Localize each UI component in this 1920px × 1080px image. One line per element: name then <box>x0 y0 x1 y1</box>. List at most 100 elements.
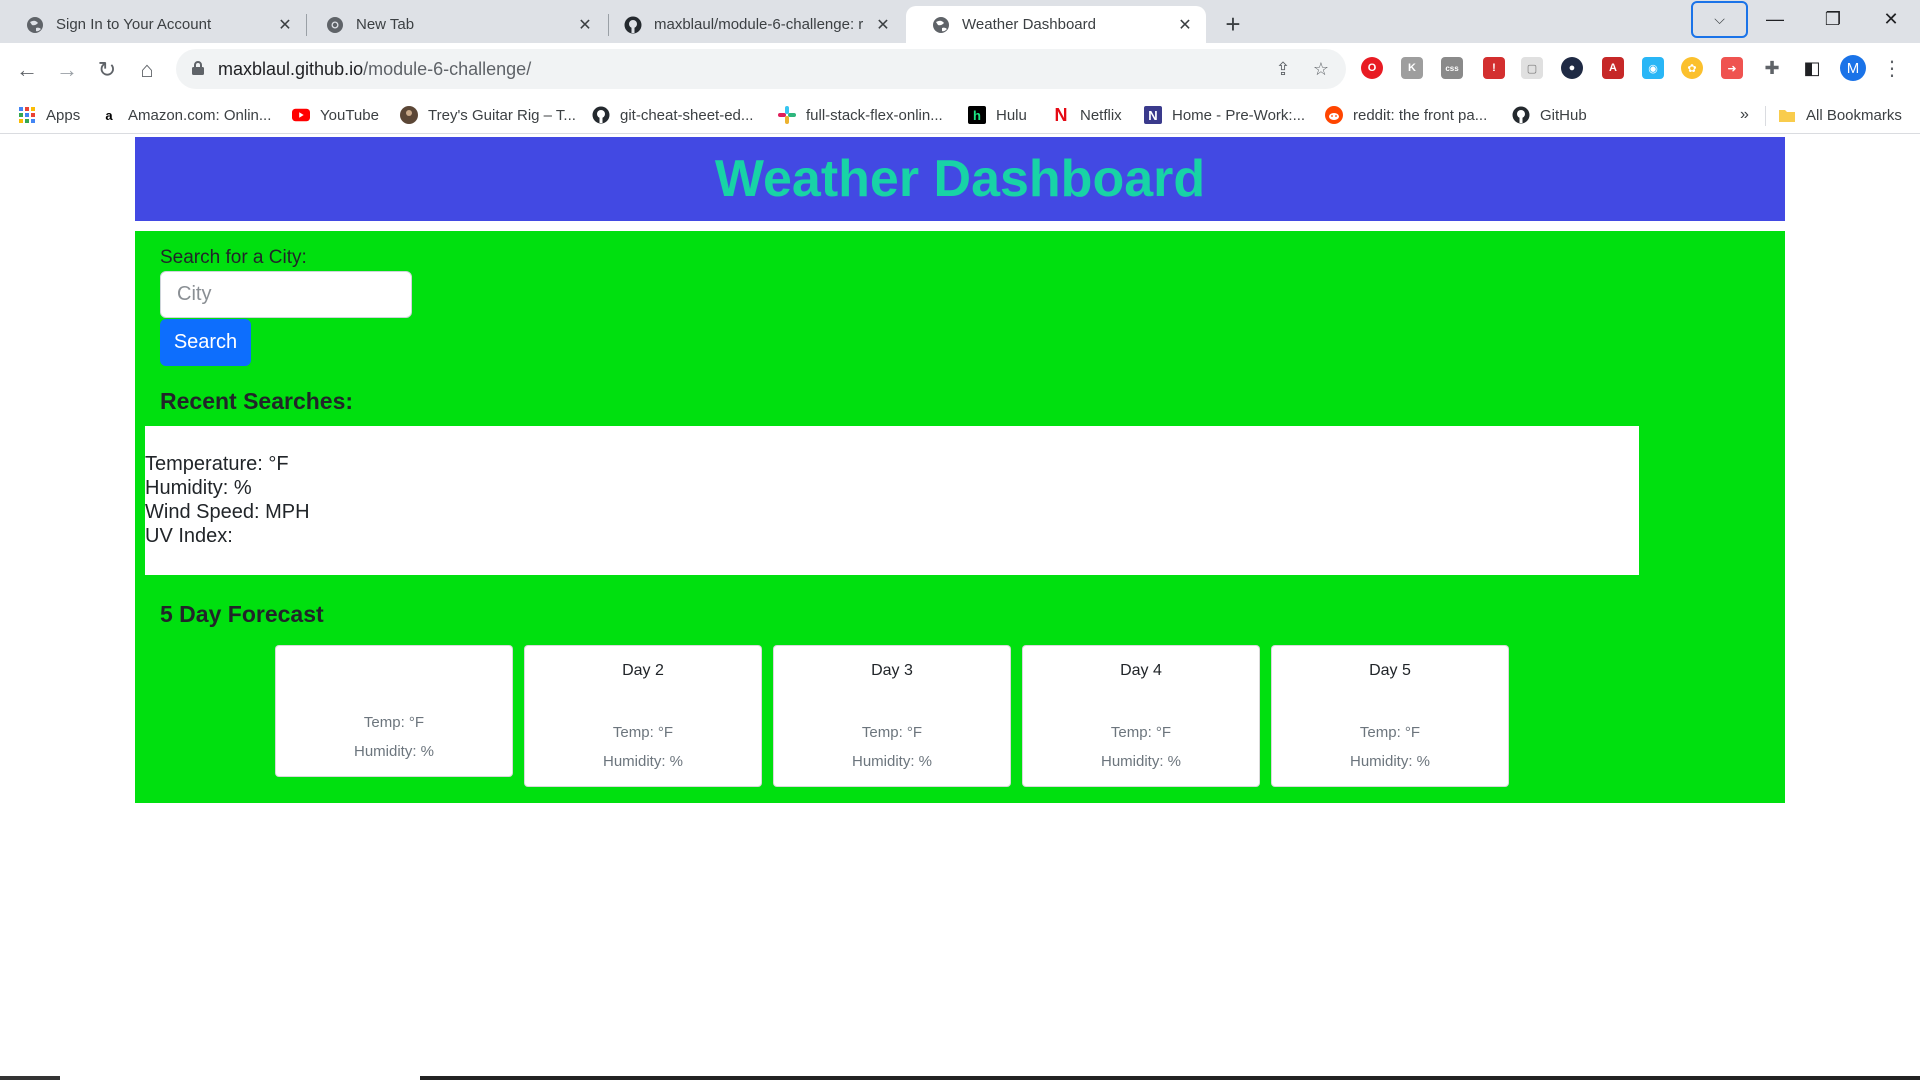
bookmarks-overflow-button[interactable]: » <box>1740 102 1749 128</box>
tab-title: Sign In to Your Account <box>56 16 212 33</box>
bookmarks-divider <box>1765 106 1766 126</box>
tab-search-button[interactable]: ⌵ <box>1691 1 1748 38</box>
hulu-icon: h <box>968 106 986 124</box>
new-tab-button[interactable]: + <box>1218 9 1248 39</box>
forecast-humidity: Humidity: % <box>1100 753 1182 770</box>
side-panel-icon[interactable]: ◧ <box>1801 57 1823 79</box>
forecast-humidity: Humidity: % <box>1349 753 1431 770</box>
apps-grid-icon <box>18 106 36 124</box>
bookmark-netflix[interactable]: N Netflix <box>1052 102 1122 128</box>
extension-color-icon[interactable]: ✿ <box>1681 57 1703 79</box>
restore-button[interactable]: ❐ <box>1810 4 1856 34</box>
bookmark-label: Trey's Guitar Rig – T... <box>428 106 576 124</box>
taskbar-edge <box>0 1076 60 1080</box>
bookmark-label: Amazon.com: Onlin... <box>128 106 272 124</box>
notion-icon: N <box>1144 106 1162 124</box>
bookmark-github[interactable]: GitHub <box>1512 102 1587 128</box>
bookmark-label: Home - Pre-Work:... <box>1172 106 1306 124</box>
bookmark-full-stack-flex[interactable]: full-stack-flex-onlin... <box>778 102 943 128</box>
search-label: Search for a City: <box>160 247 307 268</box>
extension-k-icon[interactable]: K <box>1401 57 1423 79</box>
extension-globe-icon[interactable]: ● <box>1561 57 1583 79</box>
github-icon <box>1512 106 1530 124</box>
url-path: /module-6-challenge/ <box>363 59 532 79</box>
reddit-icon <box>1325 106 1343 124</box>
url-text: maxblaul.github.io/module-6-challenge/ <box>218 59 531 80</box>
share-icon[interactable]: ⇪ <box>1272 58 1294 80</box>
github-icon <box>592 106 610 124</box>
bookmark-amazon[interactable]: a Amazon.com: Onlin... <box>100 102 271 128</box>
forecast-day-label: Day 2 <box>622 662 664 679</box>
forecast-temp: Temp: °F <box>363 714 425 731</box>
tab-title: Weather Dashboard <box>962 16 1096 33</box>
city-search-input[interactable] <box>160 271 412 318</box>
extension-blue-icon[interactable]: ◉ <box>1642 57 1664 79</box>
current-humidity: Humidity: % <box>145 477 252 499</box>
extension-box-icon[interactable]: ▢ <box>1521 57 1543 79</box>
forecast-heading: 5 Day Forecast <box>160 601 324 627</box>
bookmarks-bar: Apps a Amazon.com: Onlin... YouTube Trey… <box>0 96 1920 134</box>
close-icon[interactable]: ✕ <box>1174 14 1196 36</box>
star-icon[interactable]: ☆ <box>1310 58 1332 80</box>
pdf-icon[interactable]: A <box>1602 57 1624 79</box>
taskbar-edge <box>420 1076 1920 1080</box>
bookmark-git-cheat-sheet[interactable]: git-cheat-sheet-ed... <box>592 102 753 128</box>
amazon-icon: a <box>105 107 113 123</box>
bookmark-reddit[interactable]: reddit: the front pa... <box>1325 102 1487 128</box>
browser-toolbar: ← → ↻ ⌂ maxblaul.github.io/module-6-chal… <box>0 43 1920 96</box>
search-button[interactable]: Search <box>160 319 251 366</box>
netflix-icon: N <box>1054 104 1068 125</box>
reload-button[interactable]: ↻ <box>90 53 124 87</box>
bookmark-hulu[interactable]: h Hulu <box>968 102 1027 128</box>
app-header: Weather Dashboard <box>135 137 1785 221</box>
tab-new-tab[interactable]: New Tab ✕ <box>300 6 606 43</box>
current-temperature: Temperature: °F <box>145 453 289 475</box>
close-icon[interactable]: ✕ <box>872 14 894 36</box>
tab-weather-dashboard[interactable]: Weather Dashboard ✕ <box>906 6 1206 43</box>
url-host: maxblaul.github.io <box>218 59 364 79</box>
close-icon[interactable]: ✕ <box>574 14 596 36</box>
bookmark-apps[interactable]: Apps <box>18 102 80 128</box>
opera-icon[interactable]: O <box>1361 57 1383 79</box>
forecast-card-day-5: Day 5 Temp: °F Humidity: % <box>1271 645 1509 787</box>
bookmark-youtube[interactable]: YouTube <box>292 102 379 128</box>
forecast-temp: Temp: °F <box>1110 724 1172 741</box>
forecast-card-day-3: Day 3 Temp: °F Humidity: % <box>773 645 1011 787</box>
bookmark-label: Netflix <box>1080 106 1122 124</box>
back-button[interactable]: ← <box>10 53 44 87</box>
address-bar[interactable]: maxblaul.github.io/module-6-challenge/ ⇪… <box>176 49 1346 89</box>
tab-github-repo[interactable]: maxblaul/module-6-challenge: r ✕ <box>598 6 904 43</box>
page-title: Weather Dashboard <box>714 150 1206 208</box>
css-icon[interactable]: css <box>1441 57 1463 79</box>
main-panel: Search for a City: Search Recent Searche… <box>135 231 1785 803</box>
bookmark-label: Apps <box>46 106 81 124</box>
close-window-button[interactable]: ✕ <box>1868 4 1914 34</box>
bookmark-label: reddit: the front pa... <box>1353 106 1488 124</box>
forward-button[interactable]: → <box>50 53 84 87</box>
extension-arrow-icon[interactable]: ➜ <box>1721 57 1743 79</box>
forecast-day-label: Day 3 <box>871 662 913 679</box>
tab-strip: Sign In to Your Account ✕ New Tab ✕ maxb… <box>0 0 1920 43</box>
forecast-temp: Temp: °F <box>612 724 674 741</box>
shield-icon[interactable]: ! <box>1483 57 1505 79</box>
home-button[interactable]: ⌂ <box>130 53 164 87</box>
puzzle-icon[interactable]: ✚ <box>1761 57 1783 79</box>
page-content: Weather Dashboard Search for a City: Sea… <box>0 134 1920 1080</box>
bookmark-pre-work[interactable]: N Home - Pre-Work:... <box>1144 102 1305 128</box>
slack-icon <box>778 106 796 124</box>
forecast-humidity: Humidity: % <box>353 743 435 760</box>
tab-title: maxblaul/module-6-challenge: r <box>654 16 864 33</box>
folder-icon <box>1778 106 1796 124</box>
bookmark-treys-guitar-rig[interactable]: Trey's Guitar Rig – T... <box>400 102 576 128</box>
minimize-button[interactable]: — <box>1752 4 1798 34</box>
forecast-temp: Temp: °F <box>861 724 923 741</box>
profile-avatar[interactable]: M <box>1840 55 1866 81</box>
current-weather-panel: Temperature: °F Humidity: % Wind Speed: … <box>145 426 1639 575</box>
close-icon[interactable]: ✕ <box>274 14 296 36</box>
all-bookmarks-button[interactable]: All Bookmarks <box>1778 102 1902 128</box>
tab-sign-in[interactable]: Sign In to Your Account ✕ <box>0 6 306 43</box>
current-wind-speed: Wind Speed: MPH <box>145 501 310 523</box>
bookmark-label: GitHub <box>1540 106 1587 124</box>
menu-icon[interactable]: ⋮ <box>1882 55 1902 81</box>
forecast-day-label: Day 4 <box>1120 662 1162 679</box>
